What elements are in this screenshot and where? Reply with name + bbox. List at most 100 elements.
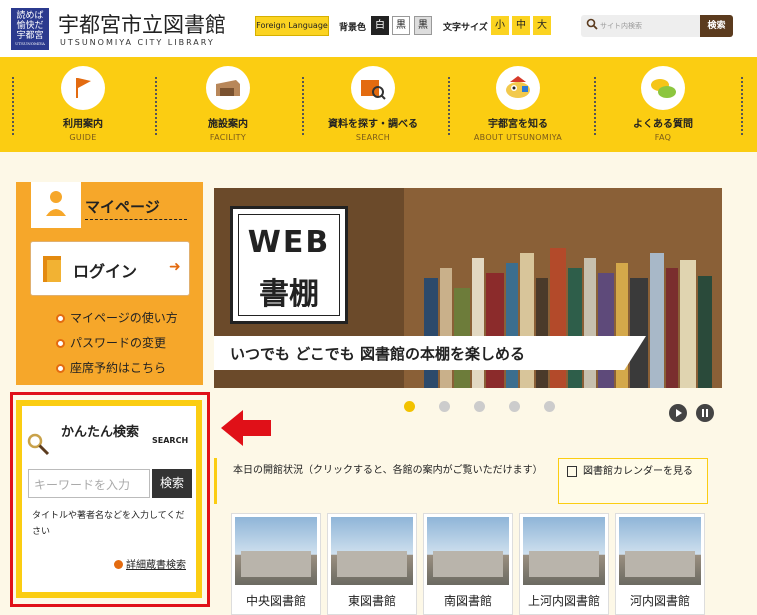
- font-size-label: 文字サイズ: [443, 23, 488, 33]
- advanced-search-link[interactable]: 詳細蔵書検索: [114, 556, 186, 571]
- branch-name: 河内図書館: [629, 594, 690, 608]
- nav-label: よくある質問: [633, 119, 693, 130]
- easy-search-panel: かんたん検索 SEARCH キーワードを入力 検索 タイトルや著者名などを入力し…: [16, 400, 202, 598]
- branch-card-kamikawachi[interactable]: 上河内図書館: [519, 513, 609, 615]
- bg-black-button[interactable]: 黒: [392, 16, 410, 35]
- font-size-large-button[interactable]: 大: [533, 16, 551, 35]
- pause-button[interactable]: [696, 404, 714, 422]
- branch-name: 東図書館: [347, 594, 396, 608]
- login-button[interactable]: ログイン ➜: [30, 241, 190, 296]
- branch-name: 中央図書館: [245, 594, 306, 608]
- logo-mark[interactable]: 読めば愉快だ宇都宮 UTSUNOMIYA: [11, 8, 49, 50]
- nav-divider: [155, 77, 157, 135]
- branch-photo: [331, 517, 413, 585]
- red-arrow-icon: [221, 410, 271, 446]
- web-bookshelf-banner[interactable]: WEB 書棚 いつでも どこでも 図書館の本棚を楽しめる: [214, 188, 722, 388]
- book: [650, 253, 664, 388]
- opening-status-text: 本日の開館状況（クリックすると、各館の案内がご覧いただけます）: [233, 465, 543, 476]
- mypage-link-seat[interactable]: 座席予約はこちら: [56, 359, 166, 376]
- mypage-link-label: マイページの使い方: [70, 311, 178, 325]
- pause-icon: [702, 409, 708, 417]
- nav-item-faq[interactable]: よくある質問 FAQ: [605, 57, 721, 152]
- branch-card-central[interactable]: 中央図書館: [231, 513, 321, 615]
- easy-search-title-en: SEARCH: [152, 436, 189, 445]
- book: [536, 278, 548, 388]
- bullet-icon: [56, 314, 65, 323]
- calendar-icon: [567, 466, 577, 477]
- site-header: 読めば愉快だ宇都宮 UTSUNOMIYA 宇都宮市立図書館 UTSUNOMIYA…: [0, 0, 757, 57]
- building-shape: [241, 551, 311, 577]
- search-icon: [586, 18, 598, 30]
- mypage-link-label: パスワードの変更: [70, 336, 167, 350]
- building-shape: [433, 551, 503, 577]
- nav-label: 施設案内: [208, 119, 248, 130]
- banner-line2: 書棚: [259, 277, 319, 312]
- branch-name: 上河内図書館: [527, 594, 600, 608]
- building-shape: [625, 551, 695, 577]
- magnifier-icon: [27, 433, 50, 456]
- site-title[interactable]: 宇都宮市立図書館: [58, 9, 226, 39]
- font-size-medium-button[interactable]: 中: [512, 16, 530, 35]
- bg-color-label: 背景色: [339, 23, 367, 33]
- building-shape: [337, 551, 407, 577]
- nav-divider: [12, 77, 14, 135]
- branch-name: 南図書館: [443, 594, 492, 608]
- book: [698, 276, 712, 388]
- carousel-dot[interactable]: [439, 401, 450, 412]
- bullet-icon: [56, 364, 65, 373]
- bg-dark-button[interactable]: 黒: [414, 16, 432, 35]
- banner-line1: WEB: [247, 225, 331, 260]
- nav-item-guide[interactable]: 利用案内 GUIDE: [25, 57, 141, 152]
- branch-card-east[interactable]: 東図書館: [327, 513, 417, 615]
- keyword-search-button[interactable]: 検索: [152, 469, 192, 498]
- carousel-dot[interactable]: [474, 401, 485, 412]
- building-icon: [206, 66, 250, 110]
- branch-card-kawachi[interactable]: 河内図書館: [615, 513, 705, 615]
- arrow-right-icon: ➜: [169, 259, 181, 275]
- nav-label: 資料を探す・調べる: [328, 119, 418, 130]
- carousel-dot[interactable]: [509, 401, 520, 412]
- book: [598, 273, 614, 388]
- nav-sub: FAQ: [654, 133, 672, 142]
- nav-item-about[interactable]: 宇都宮を知る ABOUT UTSUNOMIYA: [460, 57, 576, 152]
- calendar-link-text: 図書館カレンダーを見る: [583, 466, 693, 477]
- branch-photo: [235, 517, 317, 585]
- logo-mark-sub: UTSUNOMIYA: [15, 41, 45, 46]
- site-search-input[interactable]: サイト内検索: [581, 15, 700, 37]
- nav-label: 利用案内: [63, 119, 103, 130]
- foreign-language-button[interactable]: Foreign Language: [255, 16, 329, 36]
- bg-white-button[interactable]: 白: [371, 16, 389, 35]
- bullet-icon: [114, 560, 123, 569]
- keyword-input[interactable]: キーワードを入力: [28, 469, 150, 498]
- carousel-dot[interactable]: [544, 401, 555, 412]
- mypage-link-label: 座席予約はこちら: [70, 361, 167, 375]
- flag-icon: [61, 66, 105, 110]
- mypage-link-password[interactable]: パスワードの変更: [56, 334, 166, 351]
- logo-mark-text: 読めば愉快だ宇都宮: [16, 11, 44, 41]
- branch-photo: [427, 517, 509, 585]
- site-search-button[interactable]: 検索: [700, 15, 733, 37]
- speech-bubble-icon: [641, 66, 685, 110]
- carousel-dot-active[interactable]: [404, 401, 415, 412]
- calendar-link[interactable]: 図書館カレンダーを見る: [558, 458, 708, 504]
- play-icon: [676, 409, 682, 417]
- advanced-search-label: 詳細蔵書検索: [126, 560, 186, 571]
- branch-card-south[interactable]: 南図書館: [423, 513, 513, 615]
- nav-item-facility[interactable]: 施設案内 FACILITY: [170, 57, 286, 152]
- opening-status[interactable]: 本日の開館状況（クリックすると、各館の案内がご覧いただけます）: [214, 458, 554, 504]
- mypage-link-usage[interactable]: マイページの使い方: [56, 309, 178, 326]
- book: [440, 268, 452, 388]
- branch-photo: [523, 517, 605, 585]
- nav-sub: GUIDE: [69, 133, 97, 142]
- nav-label: 宇都宮を知る: [488, 119, 548, 130]
- mypage-title[interactable]: マイページ: [85, 196, 160, 217]
- book: [666, 268, 678, 388]
- site-subtitle: UTSUNOMIYA CITY LIBRARY: [60, 38, 215, 47]
- easy-search-title: かんたん検索: [61, 425, 140, 440]
- banner-ribbon-text: いつでも どこでも 図書館の本棚を楽しめる: [230, 345, 525, 363]
- login-label: ログイン: [73, 262, 138, 281]
- play-button[interactable]: [669, 404, 687, 422]
- mascot-icon: [496, 66, 540, 110]
- nav-item-search[interactable]: 資料を探す・調べる SEARCH: [313, 57, 433, 152]
- font-size-small-button[interactable]: 小: [491, 16, 509, 35]
